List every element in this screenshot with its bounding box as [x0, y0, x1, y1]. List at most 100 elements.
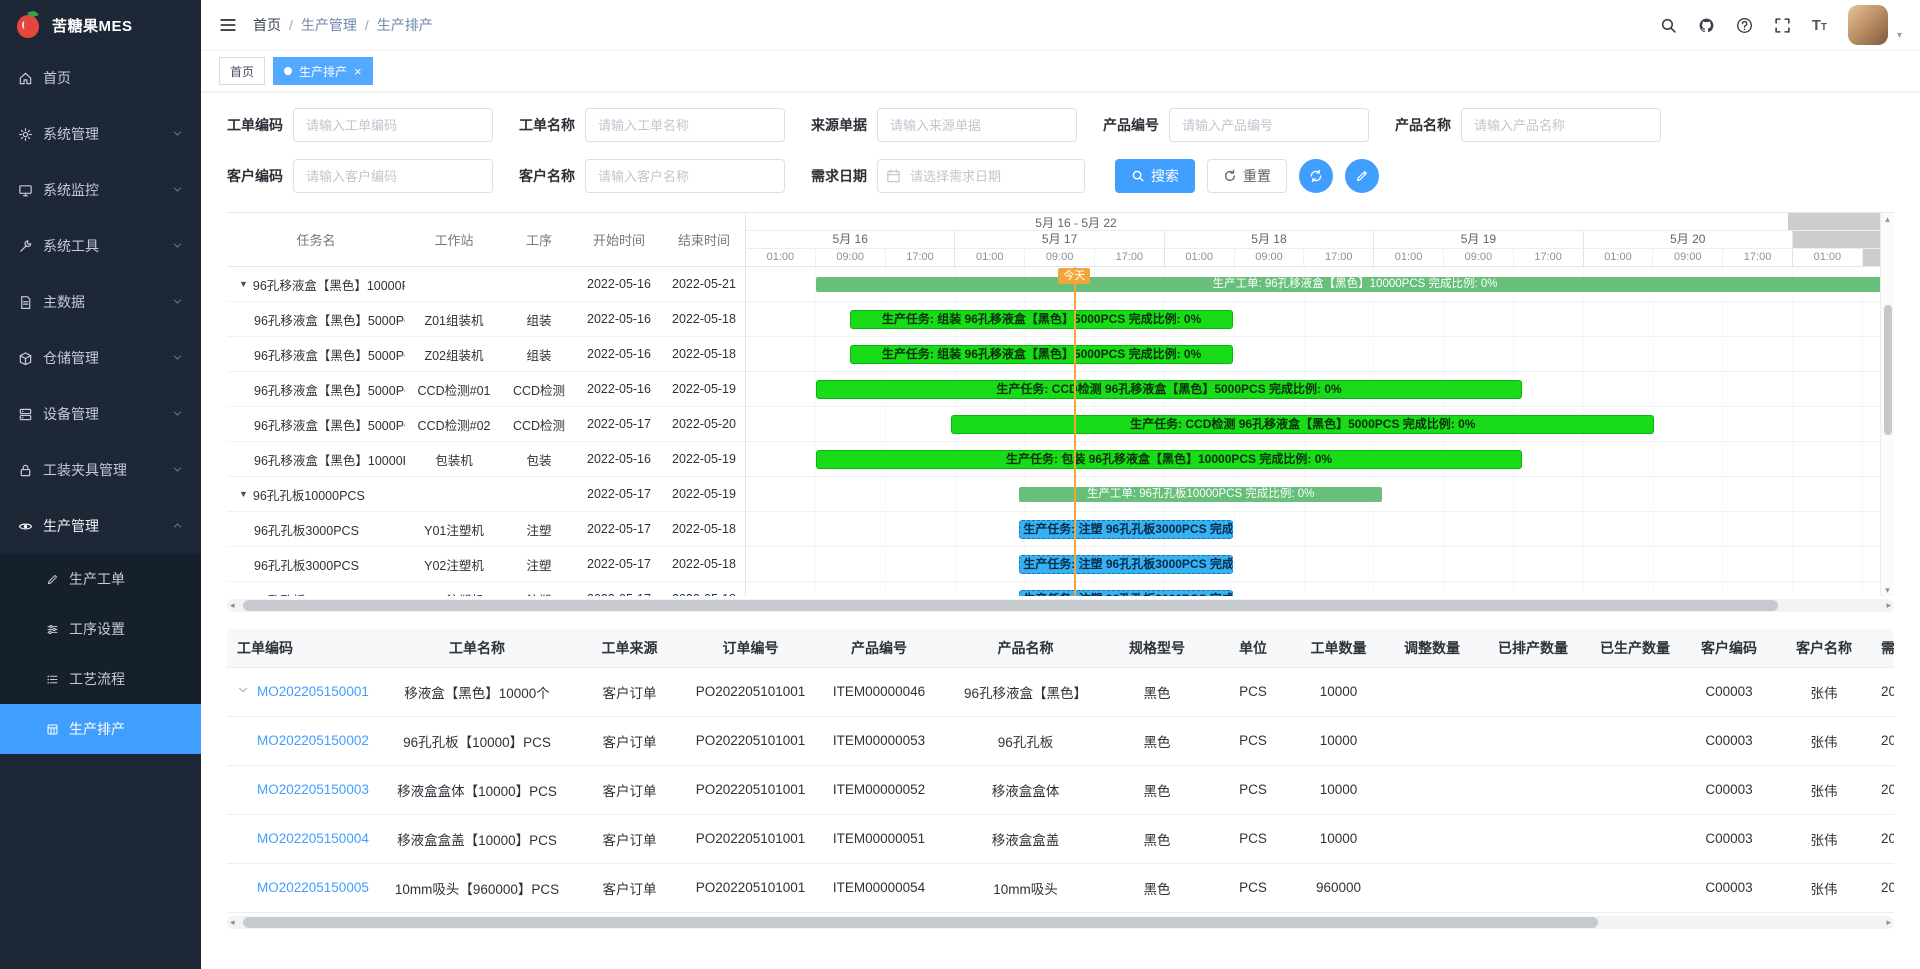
gantt-horizontal-scrollbar[interactable]: ◂ ▸	[227, 599, 1894, 612]
sidebar-item-system-monitor[interactable]: 系统监控	[0, 162, 201, 218]
cell-adjust	[1383, 863, 1481, 912]
gantt-bar-parent[interactable]: 生产工单: 96孔移液盒【黑色】10000PCS 完成比例: 0%	[816, 277, 1894, 292]
gantt-chart-row: 生产任务: 注塑 96孔孔板3000PCS 完成比例: 0%	[746, 547, 1894, 582]
refresh-button[interactable]	[1299, 159, 1333, 193]
gantt-task-row[interactable]: 96孔孔板3000PCSY03注塑机注塑2022-05-172022-05-18	[227, 582, 745, 596]
sidebar-item-process-setup[interactable]: 工序设置	[0, 604, 201, 654]
monitor-icon	[18, 183, 33, 198]
work-order-link[interactable]: MO202205150004	[257, 831, 369, 846]
sidebar-item-home[interactable]: 首页	[0, 50, 201, 106]
gantt-bar-selected[interactable]: 生产任务: 注塑 96孔孔板3000PCS 完成比例: 0%	[1019, 555, 1233, 574]
sidebar-menu: 首页系统管理系统监控系统工具主数据仓储管理设备管理工装夹具管理生产管理生产工单工…	[0, 50, 201, 754]
sidebar-item-scheduling[interactable]: 生产排产	[0, 704, 201, 754]
work-order-code-input[interactable]	[293, 108, 493, 142]
gantt-bar-task[interactable]: 生产任务: 组装 96孔移液盒【黑色】5000PCS 完成比例: 0%	[850, 310, 1232, 329]
gantt-task-row[interactable]: 96孔孔板3000PCSY02注塑机注塑2022-05-172022-05-18	[227, 547, 745, 582]
gantt-task-row[interactable]: 96孔移液盒【黑色】10000PCS包装机包装2022-05-162022-05…	[227, 442, 745, 477]
work-order-link[interactable]: MO202205150003	[257, 782, 369, 797]
scroll-thumb[interactable]	[243, 600, 1778, 611]
tab-close-icon[interactable]: ×	[354, 65, 362, 78]
scroll-left-arrow[interactable]: ◂	[230, 916, 235, 929]
avatar-caret-icon[interactable]: ▾	[1897, 30, 1902, 41]
customer-code-input[interactable]	[293, 159, 493, 193]
column-header-produced: 已生产数量	[1585, 629, 1685, 667]
source-doc-input[interactable]	[877, 108, 1077, 142]
tab-生产排产[interactable]: 生产排产×	[273, 57, 373, 85]
sidebar-item-craft-flow[interactable]: 工艺流程	[0, 654, 201, 704]
collapse-triangle-icon[interactable]: ▼	[239, 489, 248, 499]
search-button[interactable]: 搜索	[1115, 159, 1195, 193]
product-code-input[interactable]	[1169, 108, 1369, 142]
gantt-bar-task[interactable]: 生产任务: 组装 96孔移液盒【黑色】5000PCS 完成比例: 0%	[850, 345, 1232, 364]
search-icon[interactable]	[1660, 17, 1677, 34]
github-icon[interactable]	[1698, 17, 1715, 34]
cell-product_code: ITEM00000052	[809, 765, 949, 814]
tab-首页[interactable]: 首页	[219, 57, 265, 85]
fullscreen-icon[interactable]	[1774, 17, 1791, 34]
avatar[interactable]	[1848, 5, 1888, 45]
cell-customer_name: 张伟	[1773, 814, 1875, 863]
gantt-bar-task[interactable]: 生产任务: 包装 96孔移液盒【黑色】10000PCS 完成比例: 0%	[816, 450, 1522, 469]
sidebar-item-work-order[interactable]: 生产工单	[0, 554, 201, 604]
gantt-bar-selected[interactable]: 生产任务: 注塑 96孔孔板3000PCS 完成比例: 0%	[1019, 590, 1233, 596]
scroll-right-arrow[interactable]: ▸	[1886, 916, 1891, 929]
sidebar-item-warehouse-mgmt[interactable]: 仓储管理	[0, 330, 201, 386]
sidebar-item-fixture-mgmt[interactable]: 工装夹具管理	[0, 442, 201, 498]
sidebar: 苦糖果MES 首页系统管理系统监控系统工具主数据仓储管理设备管理工装夹具管理生产…	[0, 0, 201, 969]
work-order-link[interactable]: MO202205150001	[257, 684, 369, 699]
product-name-input[interactable]	[1461, 108, 1661, 142]
gantt-task-row[interactable]: 96孔移液盒【黑色】5000PCSZ01组装机组装2022-05-162022-…	[227, 302, 745, 337]
work-order-link[interactable]: MO202205150005	[257, 880, 369, 895]
task-name: 96孔移液盒【黑色】5000PCS	[227, 345, 405, 364]
cell-customer_name: 张伟	[1773, 765, 1875, 814]
row-expand-icon[interactable]	[237, 684, 257, 699]
scroll-thumb[interactable]	[243, 917, 1598, 928]
collapse-triangle-icon[interactable]: ▼	[239, 279, 248, 289]
scroll-right-arrow[interactable]: ▸	[1886, 599, 1891, 612]
sidebar-item-master-data[interactable]: 主数据	[0, 274, 201, 330]
demand-date-input[interactable]	[877, 159, 1085, 193]
gantt-week-header: 5月 16 - 5月 22	[746, 213, 1894, 231]
sidebar-item-label: 系统监控	[43, 180, 162, 200]
gantt-bar-selected[interactable]: 生产任务: 注塑 96孔孔板3000PCS 完成比例: 0%	[1019, 520, 1233, 539]
sidebar-item-production-mgmt[interactable]: 生产管理	[0, 498, 201, 554]
cell-name: 10mm吸头【960000】PCS	[387, 863, 567, 912]
gantt-task-row[interactable]: ▼96孔移液盒【黑色】10000PCS2022-05-162022-05-21	[227, 267, 745, 302]
help-icon[interactable]	[1736, 17, 1753, 34]
scroll-up-arrow[interactable]: ▴	[1881, 213, 1894, 225]
sidebar-item-system-mgmt[interactable]: 系统管理	[0, 106, 201, 162]
gantt-task-row[interactable]: 96孔移液盒【黑色】5000PCSCCD检测#02CCD检测2022-05-17…	[227, 407, 745, 442]
column-header-unit: 单位	[1212, 629, 1294, 667]
breadcrumb-item[interactable]: 生产排产	[377, 15, 433, 35]
cell-source: 客户订单	[567, 814, 692, 863]
breadcrumb-item[interactable]: 首页	[253, 15, 281, 35]
filter-field-work-order-name: 工单名称	[519, 108, 785, 142]
scroll-left-arrow[interactable]: ◂	[230, 599, 235, 612]
cell-name: 移液盒【黑色】10000个	[387, 667, 567, 716]
gantt-vertical-scrollbar[interactable]: ▴ ▾	[1880, 213, 1894, 596]
customer-name-input[interactable]	[585, 159, 785, 193]
gantt-task-row[interactable]: 96孔移液盒【黑色】5000PCSCCD检测#01CCD检测2022-05-16…	[227, 372, 745, 407]
gantt-task-row[interactable]: ▼96孔孔板10000PCS2022-05-172022-05-19	[227, 477, 745, 512]
cell-product_name: 96孔移液盒【黑色】	[949, 667, 1102, 716]
column-header-qty: 工单数量	[1294, 629, 1383, 667]
sidebar-item-equipment-mgmt[interactable]: 设备管理	[0, 386, 201, 442]
scroll-down-arrow[interactable]: ▾	[1881, 584, 1894, 596]
font-size-icon[interactable]: TT	[1812, 18, 1827, 33]
gantt-bar-task[interactable]: 生产任务: CCD检测 96孔移液盒【黑色】5000PCS 完成比例: 0%	[951, 415, 1654, 434]
gantt-task-row[interactable]: 96孔孔板3000PCSY01注塑机注塑2022-05-172022-05-18	[227, 512, 745, 547]
reset-button[interactable]: 重置	[1207, 159, 1287, 193]
warehouse-icon	[18, 351, 33, 366]
gantt-task-row[interactable]: 96孔移液盒【黑色】5000PCSZ02组装机组装2022-05-162022-…	[227, 337, 745, 372]
work-order-link[interactable]: MO202205150002	[257, 733, 369, 748]
sidebar-item-system-tools[interactable]: 系统工具	[0, 218, 201, 274]
sidebar-item-label: 生产工单	[69, 569, 183, 589]
table-horizontal-scrollbar[interactable]: ◂ ▸	[227, 916, 1894, 929]
edit-button[interactable]	[1345, 159, 1379, 193]
gantt-bar-task[interactable]: 生产任务: CCD检测 96孔移液盒【黑色】5000PCS 完成比例: 0%	[816, 380, 1522, 399]
sidebar-collapse-button[interactable]	[219, 16, 237, 34]
scroll-thumb[interactable]	[1884, 305, 1892, 435]
breadcrumb-item[interactable]: 生产管理	[301, 15, 357, 35]
cell-product_name: 10mm吸头	[949, 863, 1102, 912]
work-order-name-input[interactable]	[585, 108, 785, 142]
